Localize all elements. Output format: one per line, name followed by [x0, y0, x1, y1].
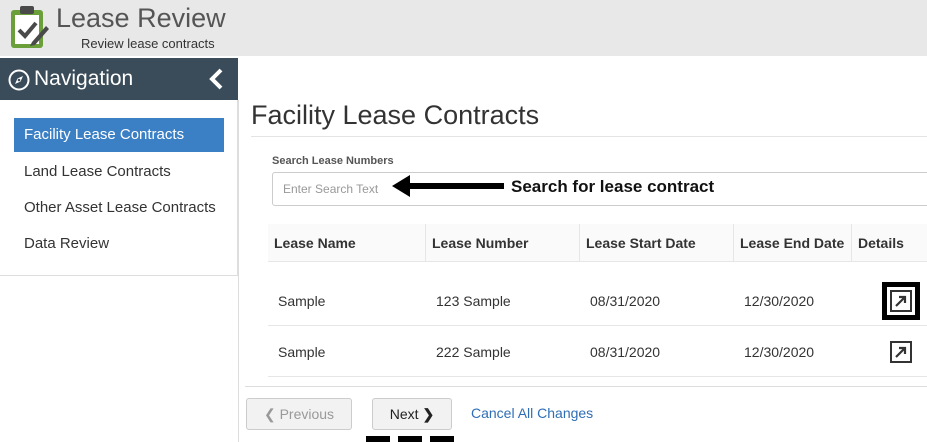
navigation-header: Navigation [0, 58, 238, 100]
cancel-all-changes-link[interactable]: Cancel All Changes [471, 405, 593, 421]
annotation-text: Search for lease contract [511, 177, 715, 196]
column-header-lease-start-date[interactable]: Lease Start Date [580, 224, 734, 262]
sidebar-item-facility-lease-contracts[interactable]: Facility Lease Contracts [14, 118, 224, 152]
lease-end-cell: 12/30/2020 [744, 344, 815, 360]
table-row: Sample 123 Sample 08/31/2020 12/30/2020 [268, 276, 927, 326]
table-header: Lease Name Lease Number Lease Start Date… [268, 224, 927, 262]
open-details-icon[interactable] [890, 341, 912, 363]
lease-name-cell: Sample [278, 293, 326, 309]
sidebar-item-other-asset-lease-contracts[interactable]: Other Asset Lease Contracts [14, 191, 224, 225]
clipboard-check-icon [11, 6, 49, 48]
search-label: Search Lease Numbers [272, 155, 394, 167]
decorative-block [398, 436, 422, 442]
lease-start-cell: 08/31/2020 [590, 344, 661, 360]
sidebar: Facility Lease Contracts Land Lease Cont… [0, 100, 238, 276]
open-details-icon[interactable] [882, 282, 920, 320]
decorative-block [366, 436, 390, 442]
compass-icon [8, 69, 30, 91]
page-title: Facility Lease Contracts [251, 100, 540, 130]
sidebar-item-data-review[interactable]: Data Review [14, 227, 224, 261]
annotation-arrow-icon [392, 175, 504, 197]
app-header: Lease Review Review lease contracts [0, 0, 927, 56]
chevron-left-icon: ❮ [263, 406, 276, 422]
lease-name-cell: Sample [278, 344, 326, 360]
decorative-block [430, 436, 454, 442]
previous-label: Previous [279, 406, 335, 422]
next-label: Next [389, 406, 419, 422]
column-header-details: Details [858, 235, 904, 251]
navigation-title: Navigation [34, 67, 134, 90]
title-divider [251, 136, 927, 137]
sidebar-item-land-lease-contracts[interactable]: Land Lease Contracts [14, 155, 224, 189]
lease-number-cell: 222 Sample [436, 344, 511, 360]
column-header-lease-end-date[interactable]: Lease End Date [734, 224, 852, 262]
previous-button[interactable]: ❮ Previous [246, 398, 352, 430]
app-title: Lease Review [56, 3, 226, 33]
footer-divider [245, 386, 927, 387]
main-divider [238, 100, 239, 442]
chevron-left-icon[interactable] [206, 67, 228, 91]
next-button[interactable]: Next ❯ [372, 398, 452, 430]
lease-start-cell: 08/31/2020 [590, 293, 661, 309]
lease-end-cell: 12/30/2020 [744, 293, 815, 309]
column-header-lease-name[interactable]: Lease Name [268, 224, 426, 262]
table-row: Sample 222 Sample 08/31/2020 12/30/2020 [268, 327, 927, 377]
lease-number-cell: 123 Sample [436, 293, 511, 309]
chevron-right-icon: ❯ [422, 406, 435, 422]
column-header-lease-number[interactable]: Lease Number [426, 224, 580, 262]
app-subtitle: Review lease contracts [81, 36, 215, 51]
